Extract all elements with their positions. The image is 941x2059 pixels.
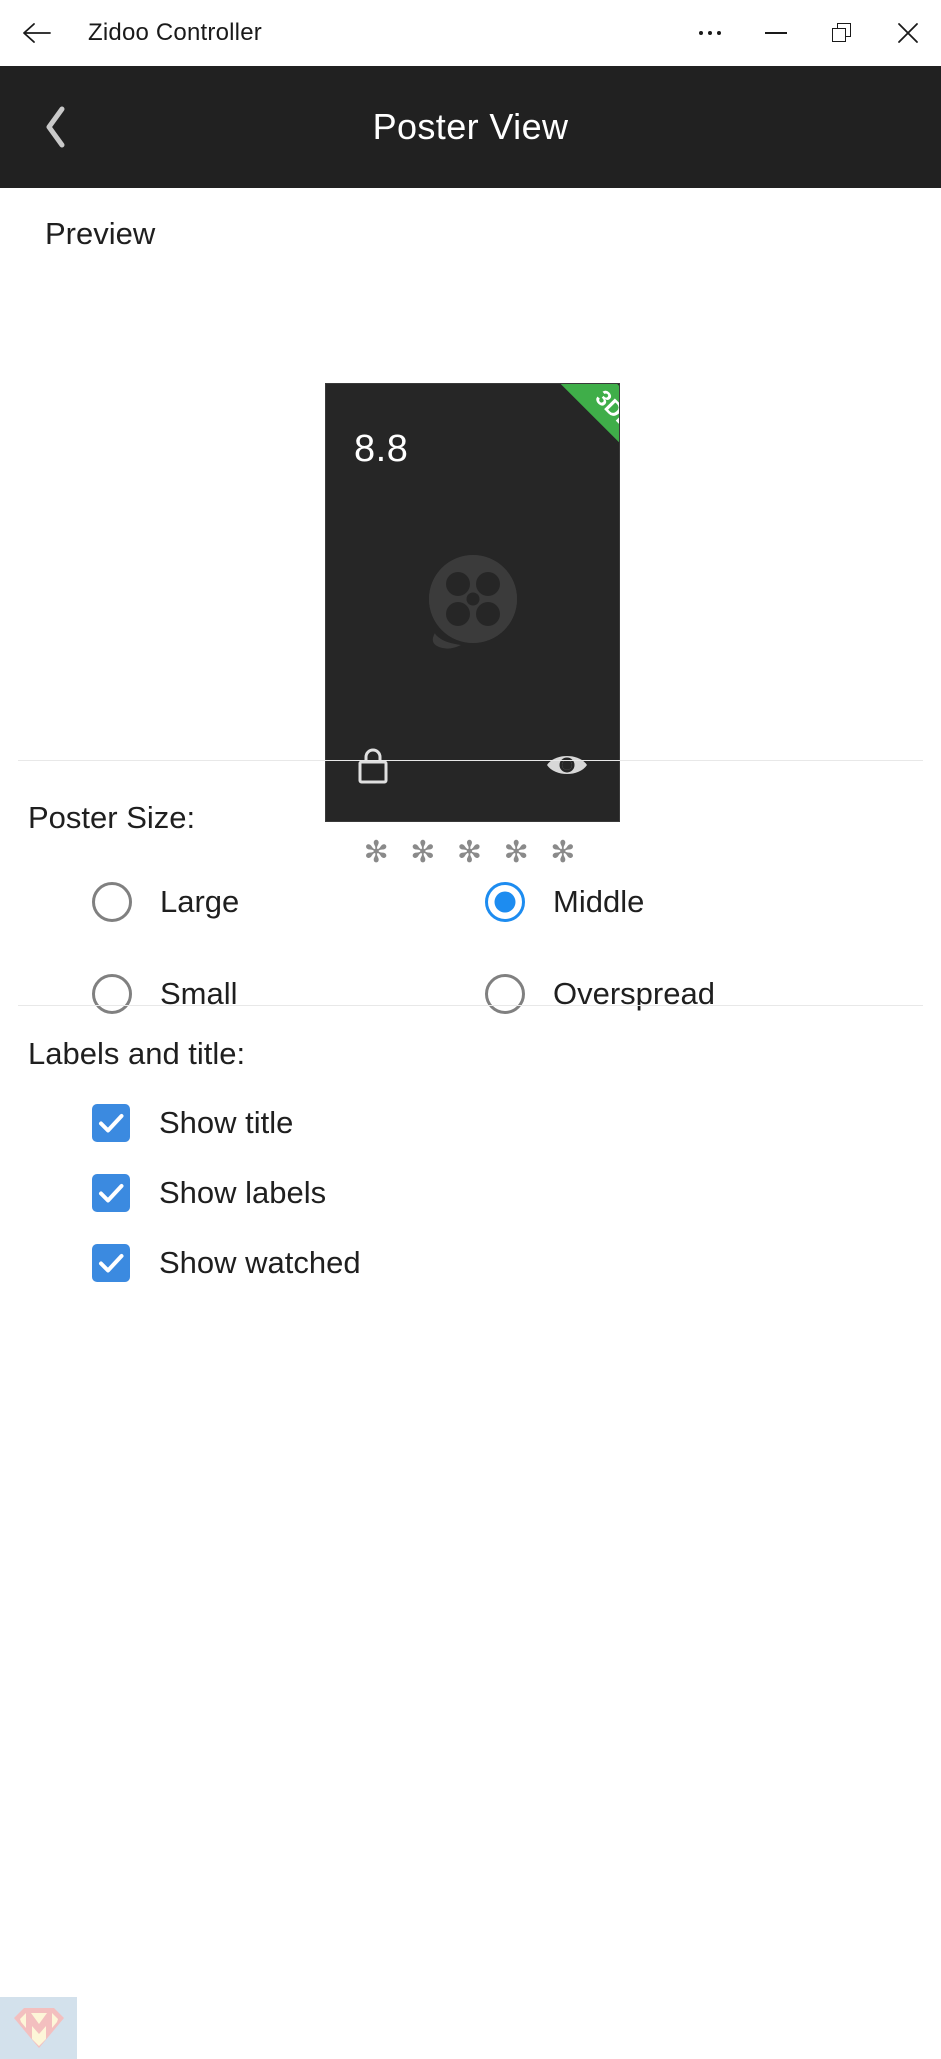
window-restore-button[interactable] [809, 0, 875, 66]
preview-section-label: Preview [45, 216, 156, 251]
check-icon [99, 1254, 124, 1273]
app-header-bar: Poster View [0, 66, 941, 188]
minimize-icon [765, 32, 787, 34]
chevron-left-icon [46, 106, 65, 148]
checkbox-label: Show labels [159, 1175, 327, 1210]
watermark-logo [0, 1997, 77, 2059]
radio-row: Small Overspread [0, 948, 941, 1040]
poster-rating: 8.8 [354, 428, 409, 470]
divider-above-poster-size [18, 760, 923, 761]
checkbox-option-show-labels[interactable]: Show labels [0, 1158, 941, 1228]
window-minimize-button[interactable] [743, 0, 809, 66]
window-close-button[interactable] [875, 0, 941, 66]
poster-size-radio-group: Large Middle Small Overspread [0, 856, 941, 1040]
page-title: Poster View [372, 106, 569, 147]
arrow-left-icon [23, 22, 51, 43]
film-reel-icon [428, 554, 517, 649]
page-content: Preview 8.8 3DBD ✻ ✻ ✻ ✻ ✻ Poster Size: … [0, 188, 941, 2059]
radio-option-small[interactable]: Small [0, 948, 390, 1040]
radio-option-middle[interactable]: Middle [390, 856, 780, 948]
lock-icon [358, 748, 388, 784]
window-more-button[interactable] [677, 0, 743, 66]
checkbox-indicator-checked[interactable] [92, 1174, 130, 1212]
radio-option-large[interactable]: Large [0, 856, 390, 948]
divider-above-labels [18, 1005, 923, 1006]
labels-section-label: Labels and title: [28, 1036, 246, 1071]
eye-icon [547, 756, 587, 774]
poster-status-icons [326, 739, 619, 791]
radio-row: Large Middle [0, 856, 941, 948]
window-controls [677, 0, 941, 66]
app-back-button[interactable] [0, 66, 110, 188]
radio-indicator-selected[interactable] [485, 882, 525, 922]
ribbon-label: 3DBD [590, 384, 619, 447]
radio-indicator[interactable] [92, 882, 132, 922]
poster-size-section-label: Poster Size: [28, 800, 196, 835]
radio-label: Large [160, 884, 240, 919]
radio-label: Middle [553, 884, 645, 919]
radio-label: Small [160, 976, 238, 1011]
poster-format-ribbon: 3DBD [523, 384, 619, 480]
ellipsis-icon [699, 31, 721, 35]
checkbox-label: Show watched [159, 1245, 361, 1280]
checkbox-indicator-checked[interactable] [92, 1244, 130, 1282]
radio-option-overspread[interactable]: Overspread [390, 948, 780, 1040]
radio-indicator[interactable] [92, 974, 132, 1014]
checkbox-option-show-watched[interactable]: Show watched [0, 1228, 941, 1298]
checkbox-option-show-title[interactable]: Show title [0, 1088, 941, 1158]
poster-preview: 8.8 3DBD ✻ ✻ ✻ ✻ ✻ [325, 383, 620, 868]
shield-m-logo-icon [13, 2008, 64, 2048]
app-window: Zidoo Controller Poster View Preview 8.8… [0, 0, 941, 2059]
window-title: Zidoo Controller [88, 18, 262, 46]
checkbox-indicator-checked[interactable] [92, 1104, 130, 1142]
window-titlebar: Zidoo Controller [0, 0, 941, 66]
window-back-button[interactable] [6, 0, 68, 66]
close-icon [898, 23, 918, 43]
restore-icon [832, 23, 852, 43]
radio-indicator[interactable] [485, 974, 525, 1014]
radio-label: Overspread [553, 976, 715, 1011]
check-icon [99, 1114, 124, 1133]
labels-checkbox-group: Show title Show labels Show watched [0, 1088, 941, 1298]
poster-card: 8.8 3DBD [325, 383, 620, 822]
check-icon [99, 1184, 124, 1203]
checkbox-label: Show title [159, 1105, 294, 1140]
